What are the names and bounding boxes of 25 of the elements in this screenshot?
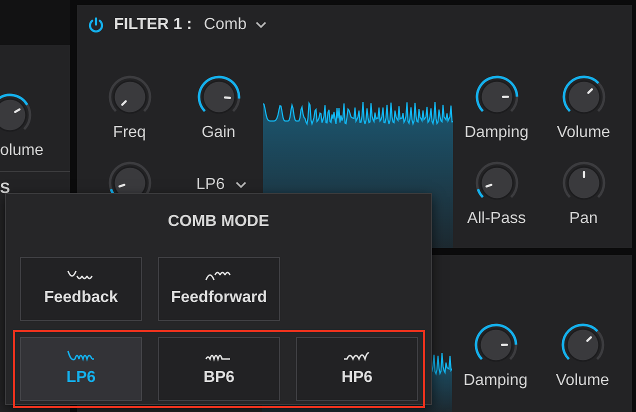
filter-type-dropdown[interactable]: Comb bbox=[204, 13, 267, 37]
chevron-down-icon bbox=[254, 21, 267, 29]
power-icon[interactable] bbox=[88, 17, 104, 33]
section-label: S bbox=[0, 179, 10, 199]
knob-label: Damping bbox=[463, 371, 528, 391]
knob-label: Volume bbox=[556, 371, 610, 391]
chevron-down-icon bbox=[234, 181, 247, 189]
filter-title: FILTER 1 : bbox=[114, 15, 192, 35]
knob-label: Pan bbox=[569, 209, 598, 229]
knob-label: Volume bbox=[556, 123, 610, 143]
knob-label: All-Pass bbox=[467, 209, 526, 229]
knob-label: Damping bbox=[464, 123, 529, 143]
mode-option[interactable]: Feedforward bbox=[158, 257, 280, 321]
mode-option[interactable]: LP6 bbox=[20, 337, 142, 401]
header-bar bbox=[0, 0, 70, 45]
mode-option[interactable]: Feedback bbox=[20, 257, 142, 321]
comb-curve-icon bbox=[67, 268, 95, 282]
knob-label: Freq bbox=[113, 123, 146, 143]
knob-label: olume bbox=[0, 141, 44, 161]
slope-dropdown[interactable]: LP6 bbox=[196, 173, 247, 197]
mode-option[interactable]: HP6 bbox=[296, 337, 418, 401]
knob-label: Gain bbox=[202, 123, 236, 143]
comb-curve-icon bbox=[67, 348, 95, 362]
popup-title: COMB MODE bbox=[168, 212, 270, 232]
mode-option[interactable]: BP6 bbox=[158, 337, 280, 401]
